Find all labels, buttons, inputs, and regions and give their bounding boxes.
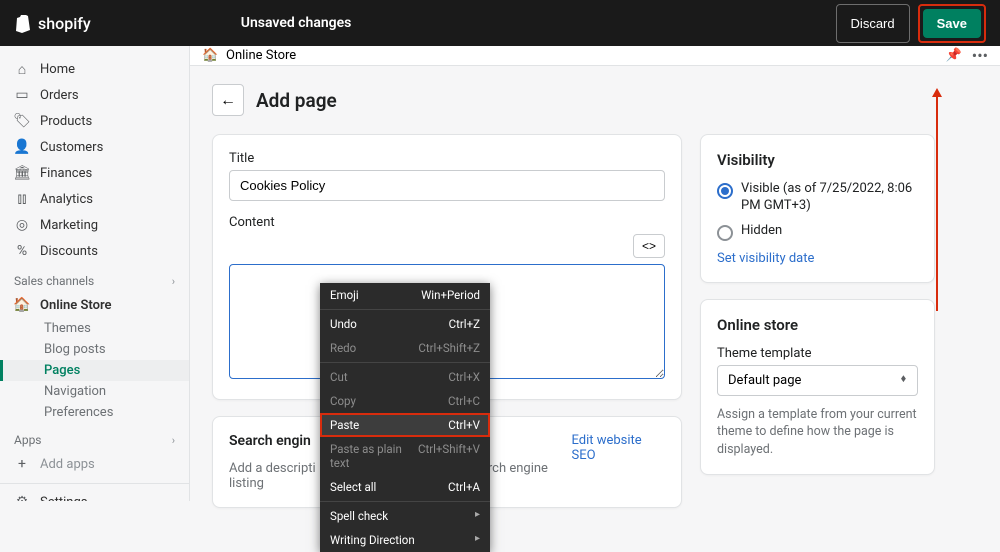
analytics-icon: ⫾⫾	[14, 191, 30, 207]
home-icon: ⌂	[14, 61, 30, 77]
nav-analytics[interactable]: ⫾⫾Analytics	[0, 186, 189, 212]
ctx-paste-plain[interactable]: Paste as plain textCtrl+Shift+V	[320, 437, 490, 475]
visibility-hidden-option[interactable]: Hidden	[717, 223, 918, 241]
visibility-card: Visibility Visible (as of 7/25/2022, 8:0…	[700, 134, 935, 283]
chevron-right-icon: ▸	[475, 533, 480, 547]
context-menu: EmojiWin+Period UndoCtrl+Z RedoCtrl+Shif…	[320, 283, 490, 552]
brand-text: shopify	[38, 14, 91, 33]
page-title: Add page	[256, 89, 337, 112]
unsaved-changes-label: Unsaved changes	[241, 15, 352, 31]
customers-icon: 👤	[14, 139, 30, 155]
store-icon: 🏠	[14, 297, 30, 313]
title-label: Title	[229, 151, 665, 166]
template-help-text: Assign a template from your current them…	[717, 406, 918, 459]
theme-template-select[interactable]: Default page	[717, 365, 918, 396]
online-store-card: Online store Theme template Default page…	[700, 299, 935, 476]
main-area: 🏠 Online Store 📌 ••• ← Add page Title Co…	[190, 46, 1000, 501]
pin-icon[interactable]: 📌	[946, 48, 962, 63]
subheader-title: Online Store	[226, 48, 296, 63]
chevron-right-icon[interactable]: ›	[172, 275, 175, 288]
edit-seo-link[interactable]: Edit website SEO	[571, 433, 665, 463]
products-icon: 🏷	[14, 113, 30, 129]
code-view-button[interactable]: <>	[633, 234, 665, 258]
more-icon[interactable]: •••	[972, 46, 988, 65]
orders-icon: ▭	[14, 87, 30, 103]
discounts-icon: %	[14, 243, 30, 259]
marketing-icon: ◎	[14, 217, 30, 233]
back-button[interactable]: ←	[212, 84, 244, 116]
chevron-right-icon: ▸	[475, 509, 480, 523]
brand-logo: shopify	[14, 13, 91, 33]
ctx-undo[interactable]: UndoCtrl+Z	[320, 312, 490, 336]
nav-blog-posts[interactable]: Blog posts	[0, 339, 189, 360]
plus-icon: +	[14, 456, 30, 472]
visibility-title: Visibility	[717, 151, 918, 169]
ctx-writing-direction[interactable]: Writing Direction▸	[320, 528, 490, 552]
gear-icon: ⚙	[14, 494, 30, 501]
finances-icon: 🏛	[14, 165, 30, 181]
arrow-left-icon: ←	[220, 90, 236, 110]
nav-preferences[interactable]: Preferences	[0, 402, 189, 423]
nav-discounts[interactable]: %Discounts	[0, 238, 189, 264]
radio-unchecked-icon	[717, 225, 733, 241]
nav-settings[interactable]: ⚙Settings	[0, 483, 189, 501]
ctx-select-all[interactable]: Select allCtrl+A	[320, 475, 490, 499]
radio-checked-icon	[717, 183, 733, 199]
nav-marketing[interactable]: ◎Marketing	[0, 212, 189, 238]
nav-add-apps[interactable]: +Add apps	[0, 451, 189, 477]
sidebar: ⌂Home ▭Orders 🏷Products 👤Customers 🏛Fina…	[0, 46, 190, 501]
nav-products[interactable]: 🏷Products	[0, 108, 189, 134]
nav-themes[interactable]: Themes	[0, 318, 189, 339]
ctx-spell-check[interactable]: Spell check▸	[320, 504, 490, 528]
ctx-copy[interactable]: CopyCtrl+C	[320, 389, 490, 413]
content-label: Content	[229, 215, 665, 230]
ctx-redo[interactable]: RedoCtrl+Shift+Z	[320, 336, 490, 360]
title-input[interactable]	[229, 170, 665, 201]
nav-navigation[interactable]: Navigation	[0, 381, 189, 402]
set-visibility-date-link[interactable]: Set visibility date	[717, 251, 918, 266]
ctx-cut[interactable]: CutCtrl+X	[320, 365, 490, 389]
online-store-title: Online store	[717, 316, 918, 334]
nav-pages[interactable]: Pages	[0, 360, 189, 381]
nav-orders[interactable]: ▭Orders	[0, 82, 189, 108]
ctx-emoji[interactable]: EmojiWin+Period	[320, 283, 490, 307]
topbar: shopify Unsaved changes Discard Save	[0, 0, 1000, 46]
subheader: 🏠 Online Store 📌 •••	[190, 46, 1000, 66]
nav-customers[interactable]: 👤Customers	[0, 134, 189, 160]
nav-online-store[interactable]: 🏠Online Store	[0, 292, 189, 318]
theme-template-label: Theme template	[717, 346, 918, 361]
nav-finances[interactable]: 🏛Finances	[0, 160, 189, 186]
save-button[interactable]: Save	[923, 9, 981, 38]
visibility-visible-option[interactable]: Visible (as of 7/25/2022, 8:06 PM GMT+3)	[717, 181, 918, 215]
ctx-paste[interactable]: PasteCtrl+V	[320, 413, 490, 437]
discard-button[interactable]: Discard	[836, 4, 910, 43]
save-highlight: Save	[918, 4, 986, 43]
store-icon: 🏠	[202, 48, 218, 64]
nav-section-apps: Apps›	[0, 423, 189, 451]
nav-section-sales: Sales channels›	[0, 264, 189, 292]
chevron-right-icon[interactable]: ›	[172, 434, 175, 447]
annotation-arrow	[936, 96, 938, 311]
nav-home[interactable]: ⌂Home	[0, 56, 189, 82]
